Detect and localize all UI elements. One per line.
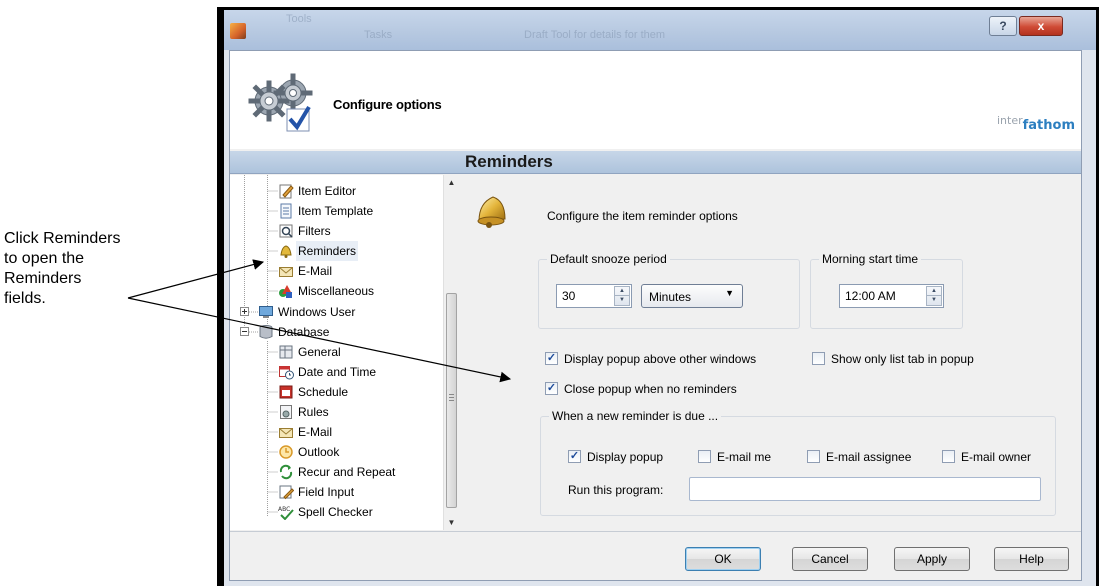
configure-options-dialog: Tools Tasks Draft Tool for details for t…	[217, 7, 1099, 586]
field-input-icon	[279, 485, 294, 500]
checkbox-empty-icon[interactable]	[698, 450, 711, 463]
recur-icon	[279, 464, 293, 480]
section-title: Reminders	[465, 152, 553, 171]
dialog-footer: OK Cancel Apply Help	[230, 532, 1081, 580]
checkbox-label: E-mail owner	[961, 450, 1032, 464]
morning-start-group: Morning start time 12:00 AM ▲ ▼	[810, 252, 963, 329]
checkbox-label: Display popup above other windows	[564, 352, 757, 366]
table-icon	[279, 345, 293, 359]
reminder-due-group: When a new reminder is due ... ✓ Display…	[540, 409, 1056, 516]
spin-down-icon[interactable]: ▼	[927, 296, 941, 305]
snooze-group: Default snooze period 30 ▲ ▼ Minutes ▼	[538, 252, 800, 329]
database-icon	[259, 325, 273, 339]
header-title: Configure options	[333, 97, 442, 112]
dialog-client: Configure options interfathom Reminders	[229, 50, 1082, 581]
callout-line: to open the	[4, 250, 85, 267]
checkbox-label: Show only list tab in popup	[831, 352, 974, 366]
run-program-label: Run this program:	[568, 483, 664, 497]
tree-scrollbar[interactable]: ▲ ▼	[443, 175, 458, 530]
envelope-icon	[279, 428, 293, 438]
pencil-icon	[279, 184, 294, 199]
scrollbar-thumb[interactable]	[446, 293, 457, 508]
brand-prefix: inter	[996, 114, 1023, 127]
envelope-icon	[279, 267, 293, 277]
morning-start-time-stepper[interactable]: 12:00 AM ▲ ▼	[839, 284, 944, 308]
chevron-down-icon: ▼	[725, 288, 734, 298]
calendar-icon	[279, 385, 293, 399]
app-icon	[230, 23, 246, 39]
snooze-period-stepper[interactable]: 30 ▲ ▼	[556, 284, 632, 308]
help-title-button[interactable]: ?	[989, 16, 1017, 36]
cancel-button[interactable]: Cancel	[792, 547, 868, 571]
checkbox-checked-icon[interactable]: ✓	[568, 450, 581, 463]
template-icon	[280, 203, 292, 219]
morning-start-value: 12:00 AM	[845, 289, 896, 303]
checkbox-label: E-mail assignee	[826, 450, 912, 464]
reminder-due-legend: When a new reminder is due ...	[549, 409, 722, 423]
stepper-buttons[interactable]: ▲ ▼	[614, 286, 630, 306]
title-ghost-text: Tasks	[364, 29, 393, 41]
morning-start-legend: Morning start time	[819, 252, 922, 266]
shapes-icon	[279, 285, 292, 298]
help-button[interactable]: Help	[994, 547, 1069, 571]
spin-up-icon[interactable]: ▲	[927, 287, 941, 296]
spin-down-icon[interactable]: ▼	[615, 296, 629, 305]
title-bar[interactable]: Tools Tasks Draft Tool for details for t…	[224, 10, 1096, 50]
dialog-frame: Tools Tasks Draft Tool for details for t…	[224, 10, 1096, 586]
checkbox-empty-icon[interactable]	[812, 352, 825, 365]
spell-check-icon: ABC	[278, 506, 294, 520]
svg-text:ABC: ABC	[278, 506, 290, 513]
snooze-unit-select[interactable]: Minutes ▼	[641, 284, 743, 308]
checkbox-label: E-mail me	[717, 450, 772, 464]
run-program-input[interactable]	[689, 477, 1041, 501]
dialog-header: Configure options interfathom	[230, 51, 1081, 149]
spin-up-icon[interactable]: ▲	[615, 287, 629, 296]
snooze-legend: Default snooze period	[547, 252, 670, 266]
snooze-value: 30	[562, 289, 576, 303]
title-ghost-text: Tools	[286, 13, 312, 25]
checkbox-empty-icon[interactable]	[807, 450, 820, 463]
apply-button[interactable]: Apply	[894, 547, 970, 571]
callout-text: Click Reminders to open the Reminders fi…	[4, 229, 154, 309]
options-tree[interactable]: Item Editor Item Template Filters Remind…	[230, 175, 458, 530]
callout-line: fields.	[4, 290, 46, 307]
scroll-down-arrow-icon[interactable]: ▼	[444, 515, 458, 530]
panel-intro-text: Configure the item reminder options	[547, 209, 738, 223]
filter-icon	[279, 224, 293, 238]
brand-logo: interfathom	[997, 114, 1075, 133]
bell-icon	[477, 196, 506, 228]
section-header-bar: Reminders	[230, 151, 1081, 174]
brand-name: fathom	[1022, 118, 1075, 133]
stepper-buttons[interactable]: ▲ ▼	[926, 286, 942, 306]
scroll-up-arrow-icon[interactable]: ▲	[444, 175, 458, 190]
computer-icon	[259, 306, 273, 318]
title-ghost-text: Draft Tool for details for them	[524, 29, 666, 41]
callout-line: Reminders	[4, 270, 82, 287]
outlook-icon	[279, 445, 293, 459]
checkbox-checked-icon[interactable]: ✓	[545, 382, 558, 395]
snooze-unit-value: Minutes	[649, 290, 692, 304]
gears-check-icon	[248, 73, 313, 132]
ok-button[interactable]: OK	[685, 547, 761, 571]
calendar-clock-icon	[279, 366, 294, 380]
close-button[interactable]: x	[1019, 16, 1063, 36]
callout-line: Click Reminders	[4, 230, 121, 247]
rules-icon	[280, 405, 292, 419]
checkbox-label: Display popup	[587, 450, 664, 464]
checkbox-label: Close popup when no reminders	[564, 382, 737, 396]
reminders-panel: Configure the item reminder options Defa…	[458, 175, 1081, 530]
checkbox-checked-icon[interactable]: ✓	[545, 352, 558, 365]
checkbox-empty-icon[interactable]	[942, 450, 955, 463]
bell-icon	[280, 245, 292, 258]
